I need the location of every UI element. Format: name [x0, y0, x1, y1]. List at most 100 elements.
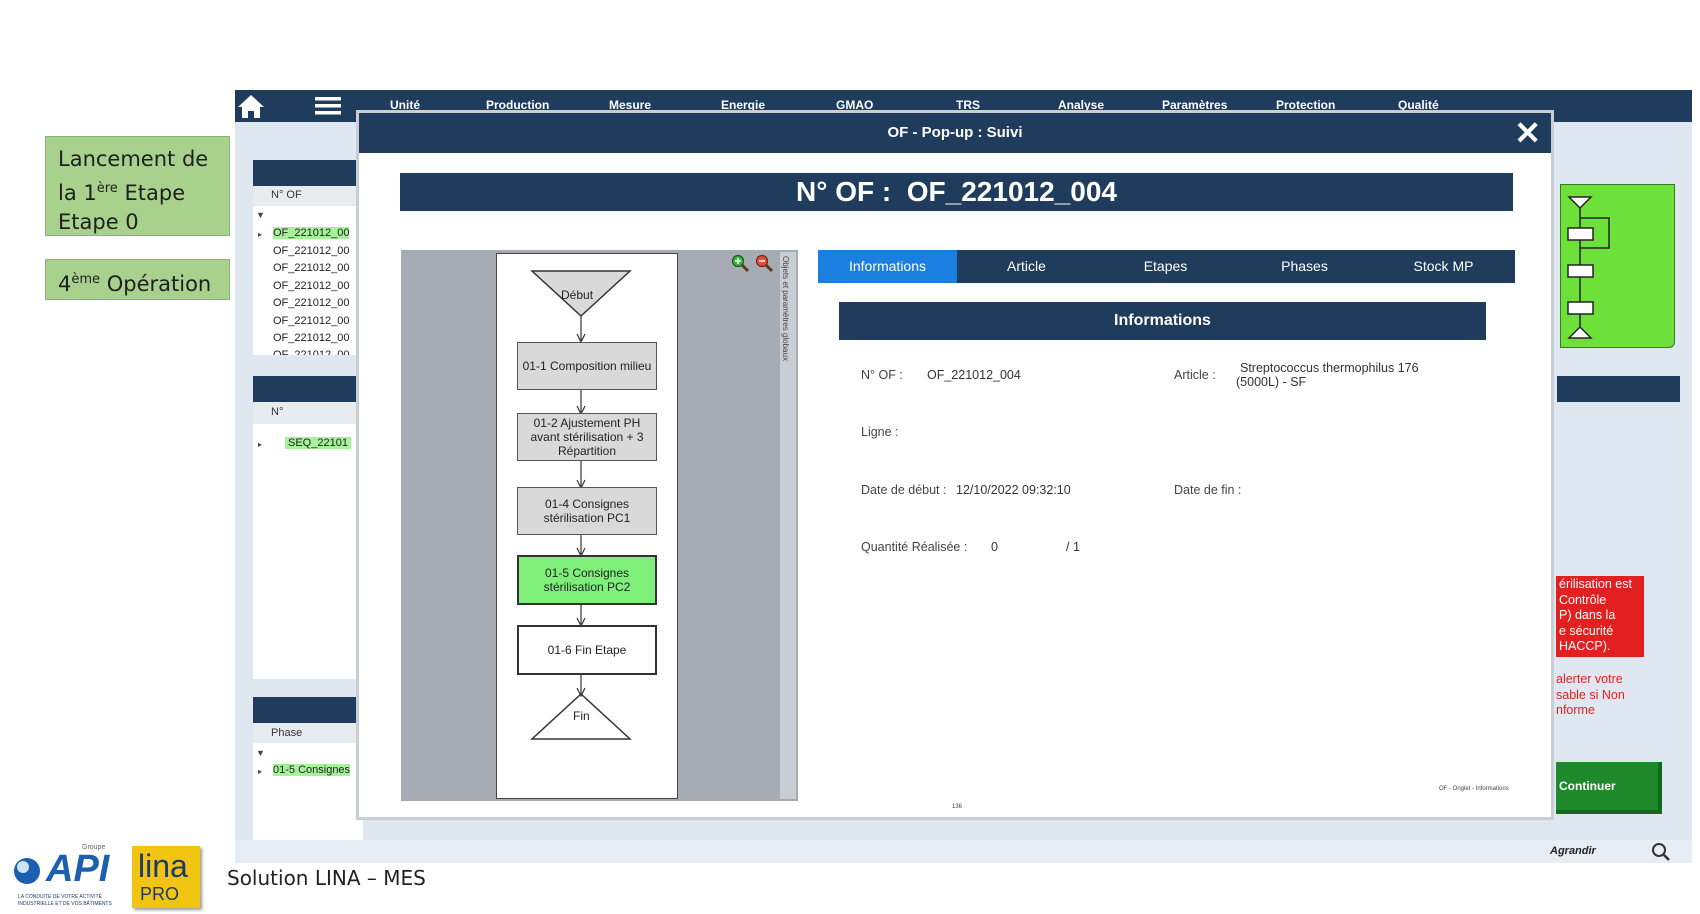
- of-number-banner: N° OF : OF_221012_004: [400, 173, 1513, 211]
- of-banner-label: N° OF :: [796, 176, 892, 207]
- of-list-row[interactable]: OF_221012_00: [273, 280, 349, 292]
- launch-line2-sup: ère: [96, 181, 118, 196]
- continue-button[interactable]: Continuer: [1556, 762, 1662, 814]
- of-list-row[interactable]: OF_221012_00: [273, 332, 349, 344]
- of-list-row[interactable]: OF_221012_00: [273, 262, 349, 274]
- end-date-label: Date de fin :: [1174, 483, 1242, 497]
- close-icon[interactable]: ✕: [1514, 117, 1541, 149]
- alert-line: e sécurité: [1559, 623, 1614, 638]
- of-number-value: OF_221012_004: [927, 368, 1021, 382]
- of-number-label: N° OF :: [861, 368, 903, 382]
- of-list-header-bar: [253, 160, 363, 186]
- seq-col-header-bg: [253, 402, 363, 424]
- of-list-row[interactable]: OF_221012_00: [273, 245, 349, 257]
- operation-prefix: 4: [58, 272, 72, 296]
- api-group-text: Groupe: [82, 844, 106, 851]
- lina-brand-text: lina: [138, 848, 188, 884]
- of-list-row[interactable]: OF_221012_00: [273, 297, 349, 309]
- flow-step-01-1[interactable]: 01-1 Composition milieu: [517, 342, 657, 390]
- launch-line3: Etape 0: [58, 210, 139, 234]
- tab-phases[interactable]: Phases: [1235, 250, 1374, 283]
- of-banner-value: OF_221012_004: [906, 176, 1117, 207]
- start-date-label: Date de début :: [861, 483, 947, 497]
- tab-etapes[interactable]: Etapes: [1096, 250, 1235, 283]
- filter-icon[interactable]: ▼: [256, 748, 265, 758]
- of-list-row[interactable]: OF_221012_00: [273, 227, 350, 239]
- launch-line2: la 1ère Etape: [58, 174, 217, 208]
- alert-line: HACCP).: [1559, 639, 1611, 653]
- lina-pro-logo: lina PRO: [132, 846, 200, 908]
- phase-col-header-bg: [253, 723, 363, 743]
- slide-footer-title: Solution LINA – MES: [227, 866, 426, 890]
- haccp-alert-box: érilisation est Contrôle P) dans la e sé…: [1556, 576, 1644, 657]
- article-label: Article :: [1174, 368, 1216, 382]
- ligne-label: Ligne :: [861, 425, 899, 439]
- zoom-out-icon[interactable]: [755, 254, 774, 273]
- tab-stock-mp[interactable]: Stock MP: [1374, 250, 1513, 283]
- article-value-line2: (5000L) - SF: [1236, 375, 1307, 389]
- phase-header-bar: [253, 697, 363, 723]
- global-objects-label: Objets et paramètres globaux: [781, 256, 790, 361]
- launch-line2-suffix: Etape: [117, 181, 186, 205]
- popup-title: OF - Pop-up : Suivi: [887, 124, 1023, 141]
- operation-callout: 4ème Opération: [45, 259, 230, 300]
- launch-step-callout: Lancement de la 1ère Etape Etape 0: [45, 136, 230, 236]
- seq-col-header: N°: [271, 406, 284, 418]
- api-tagline-1: LA CONDUITE DE VOTRE ACTIVITÉ: [18, 894, 102, 900]
- sequence-flow-diagram: Début Fin 01-1 Composition milieu 01-2 A…: [401, 250, 798, 801]
- instruction-line: alerter votre: [1556, 672, 1623, 686]
- informations-section-header: Informations: [839, 302, 1486, 340]
- flow-start-label: Début: [561, 288, 594, 302]
- menu-icon[interactable]: [315, 96, 341, 116]
- sequence-row[interactable]: SEQ_22101: [285, 437, 351, 449]
- of-list-panel: N° OF ▼ ▸ OF_221012_00 OF_221012_00 OF_2…: [253, 160, 363, 355]
- flow-step-01-5-active[interactable]: 01-5 Consignes stérilisation PC2: [517, 555, 657, 605]
- of-list-row[interactable]: OF_221012_00: [273, 349, 349, 355]
- operation-sup: ème: [71, 272, 101, 287]
- popup-title-bar: OF - Pop-up : Suivi: [359, 113, 1551, 153]
- instruction-line: sable si Non: [1556, 687, 1625, 702]
- info-tab-bar: Informations Article Etapes Phases Stock…: [818, 250, 1515, 283]
- phase-col-header: Phase: [271, 727, 303, 739]
- tab-footer-note: OF - Onglet - Informations: [1439, 786, 1509, 792]
- flow-step-01-2[interactable]: 01-2 Ajustement PH avant stérilisation +…: [517, 413, 657, 461]
- alert-instruction: alerter votre sable si Non nforme: [1556, 672, 1625, 719]
- tab-article[interactable]: Article: [957, 250, 1096, 283]
- sequence-graphic: [1560, 184, 1675, 348]
- api-logo: API Groupe LA CONDUITE DE VOTRE ACTIVITÉ…: [10, 844, 120, 908]
- row-expander-icon[interactable]: ▸: [258, 767, 262, 776]
- alert-line: Contrôle: [1559, 592, 1607, 607]
- launch-line2-prefix: la 1: [58, 181, 97, 205]
- quantity-label: Quantité Réalisée :: [861, 540, 968, 554]
- of-list-row[interactable]: OF_221012_00: [273, 315, 349, 327]
- flow-step-01-6[interactable]: 01-6 Fin Etape: [517, 625, 657, 675]
- alert-line: P) dans la: [1559, 608, 1616, 622]
- phase-row[interactable]: 01-5 Consignes: [273, 764, 351, 776]
- search-icon[interactable]: [1651, 842, 1671, 862]
- page-number: 136: [952, 804, 963, 810]
- lina-pro-text: PRO: [140, 884, 180, 904]
- row-expander-icon[interactable]: ▸: [258, 440, 262, 449]
- api-brand-text: API: [46, 848, 110, 890]
- launch-line1: Lancement de: [58, 147, 209, 171]
- right-panel-header-bar: [1557, 376, 1680, 402]
- global-objects-strip[interactable]: Objets et paramètres globaux: [780, 252, 796, 799]
- quantity-total: / 1: [1066, 540, 1080, 554]
- sequence-panel: N° ▸ SEQ_22101: [253, 376, 363, 679]
- zoom-in-icon[interactable]: [731, 254, 750, 273]
- quantity-value: 0: [991, 540, 998, 554]
- api-tagline-2: INDUSTRIELLE ET DE VOS BÂTIMENTS: [18, 901, 112, 907]
- of-col-header-bg: [253, 186, 363, 206]
- instruction-line: nforme: [1556, 703, 1595, 717]
- of-col-header: N° OF: [271, 189, 302, 201]
- row-expander-icon[interactable]: ▸: [258, 230, 262, 239]
- home-icon[interactable]: [237, 93, 265, 119]
- agrandir-label[interactable]: Agrandir: [1550, 845, 1596, 857]
- bottom-bar: [235, 840, 1692, 863]
- flow-chart-canvas: Début Fin 01-1 Composition milieu 01-2 A…: [496, 253, 678, 799]
- sequence-header-bar: [253, 376, 363, 402]
- flow-end-label: Fin: [573, 709, 590, 723]
- tab-informations[interactable]: Informations: [818, 250, 957, 283]
- flow-step-01-4[interactable]: 01-4 Consignes stérilisation PC1: [517, 487, 657, 535]
- filter-icon[interactable]: ▼: [256, 210, 265, 220]
